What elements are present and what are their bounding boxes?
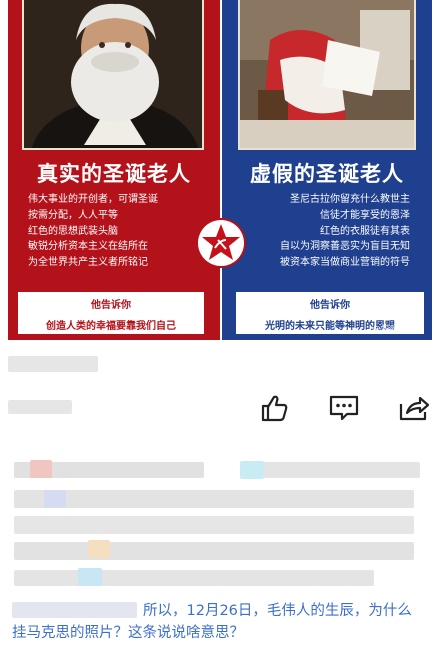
blurred-avatar xyxy=(30,460,52,478)
share-button[interactable] xyxy=(396,390,432,426)
left-tells-box: 他告诉你 创造人类的幸福要靠我们自己 xyxy=(18,292,204,334)
real-santa-panel: 真实的圣诞老人 伟大事业的开创者，可谓圣诞 按需分配，人人平等 红色的思想武装头… xyxy=(8,0,220,340)
left-heading: 真实的圣诞老人 xyxy=(37,162,191,186)
left-body-text: 伟大事业的开创者，可谓圣诞 按需分配，人人平等 红色的思想武装头脑 敏锐分析资本… xyxy=(28,192,210,271)
blurred-avatar xyxy=(78,568,102,586)
comment[interactable]: 所以，12月26日，毛伟人的生辰，为什么挂马克思的照片？这条说说啥意思？ xyxy=(12,600,426,644)
left-line: 为全世界共产主义者所铭记 xyxy=(28,257,148,269)
blurred-avatar xyxy=(44,490,66,508)
share-icon xyxy=(399,396,430,421)
action-bar xyxy=(0,390,434,430)
thumbs-up-icon xyxy=(261,395,288,422)
santa-portrait xyxy=(238,0,416,150)
like-button[interactable] xyxy=(256,390,292,426)
left-tells-title: 他告诉你 xyxy=(91,300,131,311)
fake-santa-panel: 虚假的圣诞老人 圣尼古拉你留充什么教世主 信徒才能享受的恩泽 红色的衣服徒有其表… xyxy=(222,0,432,340)
right-line: 被资本家当做商业营销的符号 xyxy=(280,257,410,269)
blurred-line xyxy=(14,542,414,560)
right-heading: 虚假的圣诞老人 xyxy=(250,162,404,186)
blurred-line xyxy=(14,570,374,586)
blurred-line xyxy=(240,462,420,478)
blurred-line xyxy=(14,516,414,534)
left-line: 伟大事业的开创者，可谓圣诞 xyxy=(28,194,158,205)
right-tells-title: 他告诉你 xyxy=(310,300,350,311)
poster-image: 真实的圣诞老人 伟大事业的开创者，可谓圣诞 按需分配，人人平等 红色的思想武装头… xyxy=(8,0,432,342)
watermark: @猫吧 xyxy=(372,325,400,335)
right-line: 自以为洞察善恶实为盲目无知 xyxy=(280,241,410,253)
right-line: 信徒才能享受的恩泽 xyxy=(320,209,410,221)
right-line: 圣尼古拉你留充什么教世主 xyxy=(290,194,410,205)
comment-icon xyxy=(329,395,359,421)
blurred-avatar xyxy=(88,540,110,558)
left-tells-text: 创造人类的幸福要靠我们自己 xyxy=(46,321,176,332)
blurred-line xyxy=(14,490,414,508)
comment-button[interactable] xyxy=(326,390,362,426)
left-line: 红色的思想武装头脑 xyxy=(28,225,118,237)
blurred-avatar xyxy=(240,461,264,479)
left-line: 敏锐分析资本主义在结所在 xyxy=(28,241,148,253)
blurred-username xyxy=(8,356,98,372)
right-body-text: 圣尼古拉你留充什么教世主 信徒才能享受的恩泽 红色的衣服徒有其表 自以为洞察善恶… xyxy=(234,192,410,271)
hammer-sickle-star-icon xyxy=(198,220,244,266)
blurred-commenter-name xyxy=(12,602,137,618)
left-line: 按需分配，人人平等 xyxy=(28,209,118,221)
right-line: 红色的衣服徒有其表 xyxy=(320,225,410,237)
marx-portrait xyxy=(22,0,204,150)
